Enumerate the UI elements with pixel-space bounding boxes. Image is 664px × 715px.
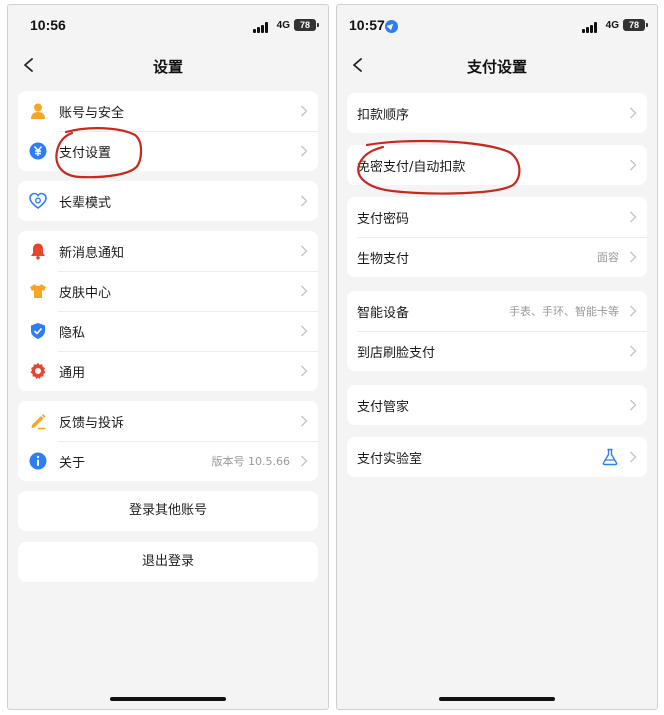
row-payment-lab[interactable]: 支付实验室 (347, 437, 647, 477)
network-type: 4G (276, 20, 290, 31)
status-time: 10:57 (349, 17, 385, 33)
chevron-right-icon (301, 365, 308, 377)
chevron-right-icon (630, 305, 637, 317)
row-label: 免密支付/自动扣款 (357, 159, 466, 175)
row-biometric-payment[interactable]: 生物支付 面容 (347, 237, 647, 277)
chevron-right-icon (301, 455, 308, 467)
status-bar: 10:57 4G 78 (337, 17, 657, 37)
page-title: 支付设置 (466, 58, 527, 76)
chevron-right-icon (301, 325, 308, 337)
page-title: 设置 (152, 58, 183, 76)
chevron-right-icon (301, 145, 308, 157)
row-deduction-order[interactable]: 扣款顺序 (347, 93, 647, 133)
chevron-right-icon (301, 415, 308, 427)
row-account-security[interactable]: 账号与安全 (18, 91, 318, 131)
location-arrow-icon (385, 20, 398, 33)
row-privacy[interactable]: 隐私 (18, 311, 318, 351)
payment-settings-screen: 10:57 4G 78 支付设置 扣款顺序 免密支付/自动扣款 支付密码 生物支… (336, 4, 658, 710)
settings-group-elder: 长辈模式 (18, 181, 318, 221)
chevron-right-icon (301, 285, 308, 297)
row-label: 隐私 (59, 325, 86, 341)
chevron-right-icon (630, 451, 637, 463)
battery-icon: 78 (623, 19, 648, 31)
row-label: 智能设备 (357, 305, 410, 321)
chevron-right-icon (630, 399, 637, 411)
chevron-right-icon (630, 107, 637, 119)
person-icon (31, 103, 45, 119)
biometric-value: 面容 (597, 251, 619, 264)
smart-devices-value: 手表、手环、智能卡等 (509, 305, 619, 318)
nav-bar: 设置 (8, 45, 328, 85)
tshirt-icon (30, 284, 46, 298)
info-icon (29, 452, 47, 470)
payment-group-autopay: 免密支付/自动扣款 (347, 145, 647, 185)
settings-group-general: 新消息通知 皮肤中心 隐私 通用 (18, 231, 318, 391)
row-payment-settings[interactable]: 支付设置 (18, 131, 318, 171)
row-label: 支付密码 (357, 211, 410, 227)
chevron-right-icon (630, 159, 637, 171)
row-smart-devices[interactable]: 智能设备 手表、手环、智能卡等 (347, 291, 647, 331)
row-label: 新消息通知 (59, 245, 125, 261)
switch-account-button[interactable]: 登录其他账号 (18, 491, 318, 531)
row-label: 支付管家 (357, 399, 410, 415)
row-label: 账号与安全 (59, 105, 125, 121)
row-general[interactable]: 通用 (18, 351, 318, 391)
chevron-right-icon (301, 195, 308, 207)
payment-group-lab: 支付实验室 (347, 437, 647, 477)
yuan-icon (29, 142, 47, 160)
bell-icon (31, 243, 45, 260)
logout-button[interactable]: 退出登录 (18, 542, 318, 582)
version-value: 版本号 10.5.66 (211, 455, 290, 468)
payment-group-order: 扣款顺序 (347, 93, 647, 133)
row-face-pay-in-store[interactable]: 到店刷脸支付 (347, 331, 647, 371)
shield-icon (31, 323, 45, 339)
row-label: 皮肤中心 (59, 285, 112, 301)
status-bar: 10:56 4G 78 (8, 17, 328, 37)
settings-group-about: 反馈与投诉 关于 版本号 10.5.66 (18, 401, 318, 481)
chevron-right-icon (630, 345, 637, 357)
flask-icon (602, 448, 618, 466)
row-label: 扣款顺序 (357, 107, 410, 123)
row-label: 反馈与投诉 (59, 415, 125, 431)
home-indicator[interactable] (439, 697, 555, 701)
row-elder-mode[interactable]: 长辈模式 (18, 181, 318, 221)
chevron-right-icon (301, 105, 308, 117)
row-label: 支付设置 (59, 145, 112, 161)
battery-icon: 78 (294, 19, 319, 31)
settings-group-account: 账号与安全 支付设置 (18, 91, 318, 171)
status-time: 10:56 (30, 17, 66, 33)
payment-group-manager: 支付管家 (347, 385, 647, 425)
chevron-right-icon (630, 211, 637, 223)
row-label: 通用 (59, 365, 86, 381)
row-payment-password[interactable]: 支付密码 (347, 197, 647, 237)
row-label: 生物支付 (357, 251, 410, 267)
chevron-right-icon (301, 245, 308, 257)
row-label: 长辈模式 (59, 195, 112, 211)
heart-icon (29, 192, 47, 209)
network-type: 4G (605, 20, 619, 31)
pencil-icon (31, 414, 46, 430)
row-label: 到店刷脸支付 (357, 345, 436, 361)
signal-icon (582, 22, 599, 33)
settings-screen: 10:56 4G 78 设置 账号与安全 支付设置 长辈模式 新消息通知 皮肤中… (7, 4, 329, 710)
row-feedback[interactable]: 反馈与投诉 (18, 401, 318, 441)
row-label: 支付实验室 (357, 451, 423, 467)
row-password-free-autopay[interactable]: 免密支付/自动扣款 (347, 145, 647, 185)
nav-bar: 支付设置 (337, 45, 657, 85)
home-indicator[interactable] (110, 697, 226, 701)
payment-group-auth: 支付密码 生物支付 面容 (347, 197, 647, 277)
row-payment-manager[interactable]: 支付管家 (347, 385, 647, 425)
row-label: 关于 (59, 455, 86, 471)
gear-icon (30, 362, 46, 379)
row-about[interactable]: 关于 版本号 10.5.66 (18, 441, 318, 481)
signal-icon (253, 22, 270, 33)
payment-group-devices: 智能设备 手表、手环、智能卡等 到店刷脸支付 (347, 291, 647, 371)
chevron-right-icon (630, 251, 637, 263)
row-notifications[interactable]: 新消息通知 (18, 231, 318, 271)
row-skin-center[interactable]: 皮肤中心 (18, 271, 318, 311)
